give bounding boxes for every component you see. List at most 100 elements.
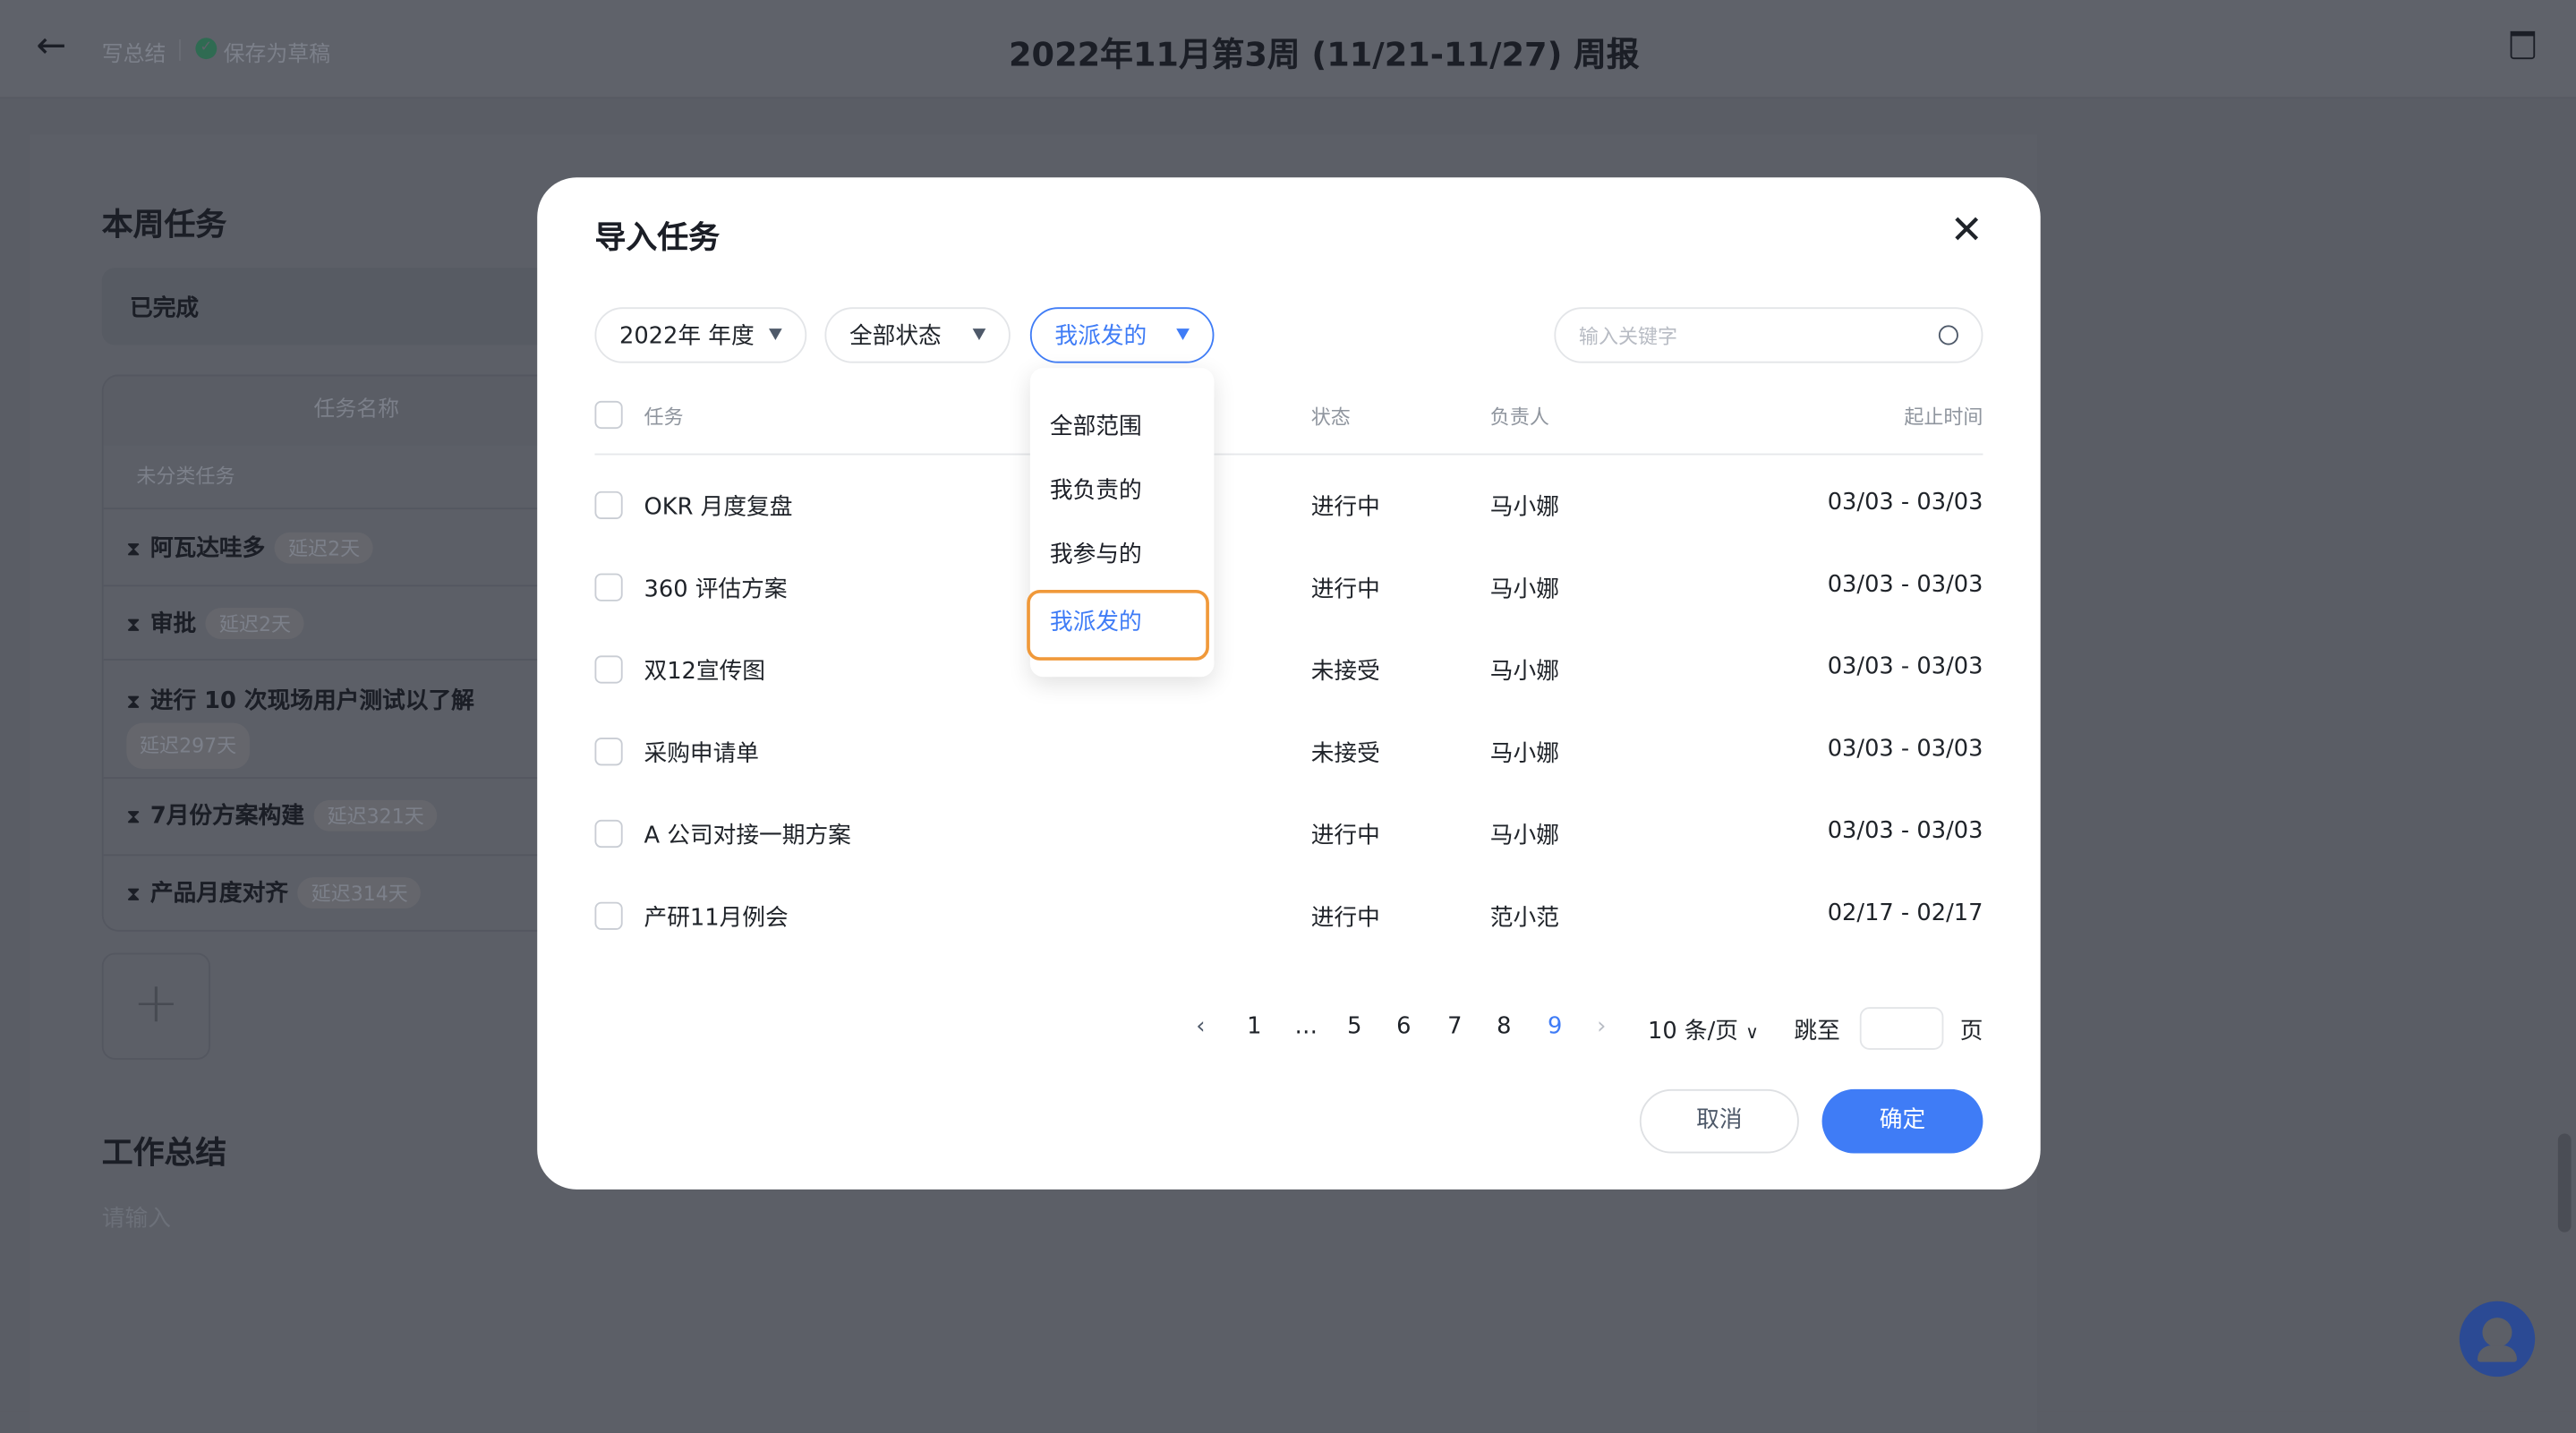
scope-option-selected[interactable]: 我派发的 <box>1027 589 1209 661</box>
customer-service-icon[interactable] <box>2459 1301 2536 1378</box>
scrollbar[interactable] <box>2557 1133 2572 1233</box>
delay-badge: 延迟314天 <box>298 877 422 909</box>
jump-input[interactable] <box>1859 1007 1944 1050</box>
year-filter[interactable]: 2022年 年度 <box>594 307 807 363</box>
chevron-down-icon: ∨ <box>1745 1021 1759 1044</box>
write-summary-link[interactable]: 写总结 <box>102 36 166 68</box>
divider <box>179 39 181 61</box>
caret-down-icon <box>1176 328 1190 340</box>
task-name: 阿瓦达哇多 <box>149 535 266 562</box>
task-table: 任务名称 未分类任务 ⧗ 阿瓦达哇多延迟2天 ⧗ 审批 延迟2天 ⧗ 进行 10 次现场… <box>101 374 579 932</box>
task-status: 未接受 <box>1310 740 1380 768</box>
plus-icon[interactable]: + <box>101 952 210 1060</box>
task-owner: 马小娜 <box>1489 740 1559 768</box>
page-ellipsis[interactable]: … <box>1294 1014 1318 1040</box>
page-size-value: 10 条/页 <box>1648 1019 1738 1045</box>
search-input[interactable]: 输入关键字 <box>1554 307 1983 363</box>
task-status: 未接受 <box>1310 659 1380 686</box>
summary-input[interactable]: 请输入 <box>102 1201 171 1234</box>
column-task: 任务 <box>644 405 684 430</box>
close-icon[interactable]: ✕ <box>1950 207 1983 252</box>
select-all-checkbox[interactable] <box>594 400 623 430</box>
status-filter-value: 全部状态 <box>849 323 942 350</box>
task-owner: 马小娜 <box>1489 494 1559 521</box>
save-status: 保存为草稿 <box>223 42 330 68</box>
task-name: 产研11月例会 <box>644 905 789 932</box>
row-checkbox[interactable] <box>594 901 623 930</box>
task-period: 03/03 - 03/03 <box>1827 818 1983 845</box>
hourglass-icon: ⧗ <box>126 689 141 713</box>
task-name: 采购申请单 <box>644 740 760 768</box>
import-task-modal: 导入任务 ✕ 2022年 年度 全部状态 我派发的 输入关键字 任务 状态 负责… <box>537 177 2041 1190</box>
delay-badge: 延迟297天 <box>126 722 250 770</box>
task-owner: 范小范 <box>1489 905 1559 932</box>
page-8[interactable]: 8 <box>1497 1014 1511 1040</box>
next-page-icon[interactable]: › <box>1597 1014 1606 1040</box>
completed-group[interactable]: 已完成 <box>101 268 579 345</box>
arrow-left-icon[interactable]: ← <box>36 26 66 67</box>
confirm-button[interactable]: 确定 <box>1821 1088 1983 1154</box>
year-filter-value: 2022年 年度 <box>618 323 755 350</box>
task-status: 进行中 <box>1310 905 1380 932</box>
scope-option[interactable]: 我参与的 <box>1050 537 1142 570</box>
table-header: 任务名称 <box>103 376 577 446</box>
summary-title: 工作总结 <box>101 1135 227 1172</box>
task-name: 审批 <box>149 610 197 638</box>
task-row[interactable]: ⧗ 产品月度对齐 延迟314天 <box>103 854 577 929</box>
task-status: 进行中 <box>1310 576 1380 603</box>
task-owner: 马小娜 <box>1489 659 1559 686</box>
modal-title: 导入任务 <box>594 219 720 257</box>
task-name: 7月份方案构建 <box>149 803 304 830</box>
task-period: 02/17 - 02/17 <box>1827 900 1983 927</box>
row-checkbox[interactable] <box>594 819 623 849</box>
task-row[interactable]: ⧗ 阿瓦达哇多 延迟2天 <box>103 508 577 584</box>
page-5[interactable]: 5 <box>1347 1014 1361 1040</box>
page-6[interactable]: 6 <box>1396 1014 1411 1040</box>
task-period: 03/03 - 03/03 <box>1827 489 1983 516</box>
task-name: 进行 10 次现场用户测试以了解 <box>149 688 474 715</box>
task-period: 03/03 - 03/03 <box>1827 571 1983 599</box>
top-bar: ← 写总结 ✓ 保存为草稿 2022年11月第3周 (11/21-11/27) … <box>0 0 2576 99</box>
task-row[interactable]: ⧗ 7月份方案构建 延迟321天 <box>103 777 577 854</box>
row-checkbox[interactable] <box>594 738 623 766</box>
task-name: OKR 月度复盘 <box>644 494 793 521</box>
column-owner: 负责人 <box>1489 405 1549 430</box>
delay-badge: 延迟2天 <box>206 608 304 640</box>
jump-label: 跳至 <box>1794 1019 1840 1045</box>
task-name: 360 评估方案 <box>644 576 788 603</box>
scope-option[interactable]: 全部范围 <box>1050 409 1142 442</box>
row-checkbox[interactable] <box>594 573 623 601</box>
column-status: 状态 <box>1310 405 1351 430</box>
page-size-select[interactable]: 10 条/页 ∨ <box>1648 1014 1759 1047</box>
search-placeholder: 输入关键字 <box>1578 324 1678 348</box>
hourglass-icon: ⧗ <box>126 882 141 906</box>
delay-badge: 延迟321天 <box>313 799 438 832</box>
row-checkbox[interactable] <box>594 490 623 520</box>
task-owner: 马小娜 <box>1489 823 1559 849</box>
scope-option[interactable]: 我负责的 <box>1050 473 1142 507</box>
trash-icon[interactable] <box>2510 30 2536 60</box>
page-1[interactable]: 1 <box>1247 1014 1261 1040</box>
page-7[interactable]: 7 <box>1447 1014 1462 1040</box>
prev-page-icon[interactable]: ‹ <box>1196 1014 1205 1040</box>
task-row[interactable]: ⧗ 审批 延迟2天 <box>103 584 577 659</box>
uncategorized-label: 未分类任务 <box>136 465 235 489</box>
hourglass-icon: ⧗ <box>126 537 141 560</box>
caret-down-icon <box>769 328 782 340</box>
task-row[interactable]: ⧗ 进行 10 次现场用户测试以了解延迟297天 <box>103 659 577 777</box>
scope-dropdown: 全部范围 我负责的 我参与的 我派发的 <box>1027 368 1215 678</box>
task-status: 进行中 <box>1310 823 1380 849</box>
task-name: 产品月度对齐 <box>149 880 289 908</box>
search-icon[interactable] <box>1938 325 1958 345</box>
cancel-button[interactable]: 取消 <box>1639 1088 1799 1154</box>
header-divider <box>594 453 1983 456</box>
status-filter[interactable]: 全部状态 <box>824 307 1011 363</box>
column-period: 起止时间 <box>1904 405 1983 430</box>
scope-filter[interactable]: 我派发的 <box>1029 307 1215 363</box>
page-9-current[interactable]: 9 <box>1548 1014 1562 1040</box>
hourglass-icon: ⧗ <box>126 612 141 636</box>
task-name: 双12宣传图 <box>644 659 766 686</box>
row-checkbox[interactable] <box>594 655 623 684</box>
document-icon[interactable] <box>1611 38 1635 60</box>
caret-down-icon <box>972 328 986 340</box>
